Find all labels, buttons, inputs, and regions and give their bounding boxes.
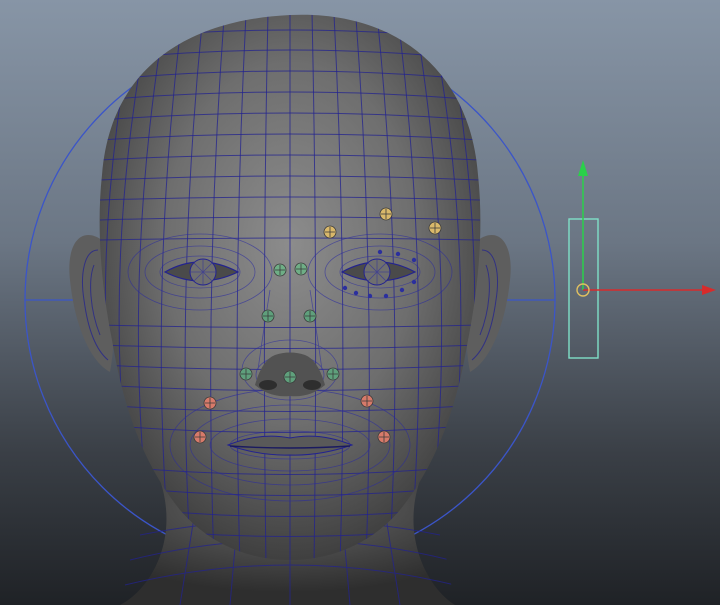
locator-cheek-center-nose[interactable] (283, 370, 297, 384)
move-manipulator[interactable] (568, 160, 716, 359)
scene-canvas[interactable] (0, 0, 720, 605)
head-mesh[interactable] (99, 10, 481, 565)
locator-cheek-left-nose[interactable] (239, 367, 253, 381)
locator-mouth-right-lower[interactable] (377, 430, 391, 444)
locator-brow-right-outer[interactable] (428, 221, 442, 235)
locator-cheek-right-nose[interactable] (326, 367, 340, 381)
locator-brow-left[interactable] (323, 225, 337, 239)
locator-mouth-right-upper[interactable] (360, 394, 374, 408)
locator-mouth-left-lower[interactable] (193, 430, 207, 444)
locator-brow-right-inner[interactable] (379, 207, 393, 221)
locator-eye-left-inner[interactable] (273, 263, 287, 277)
locator-eye-right-inner[interactable] (294, 262, 308, 276)
3d-viewport[interactable] (0, 0, 720, 605)
locator-cheek-right[interactable] (303, 309, 317, 323)
locator-cheek-left[interactable] (261, 309, 275, 323)
x-axis-arrowhead-icon[interactable] (702, 285, 716, 295)
y-axis-arrowhead-icon[interactable] (578, 160, 588, 176)
locator-mouth-left-upper[interactable] (203, 396, 217, 410)
